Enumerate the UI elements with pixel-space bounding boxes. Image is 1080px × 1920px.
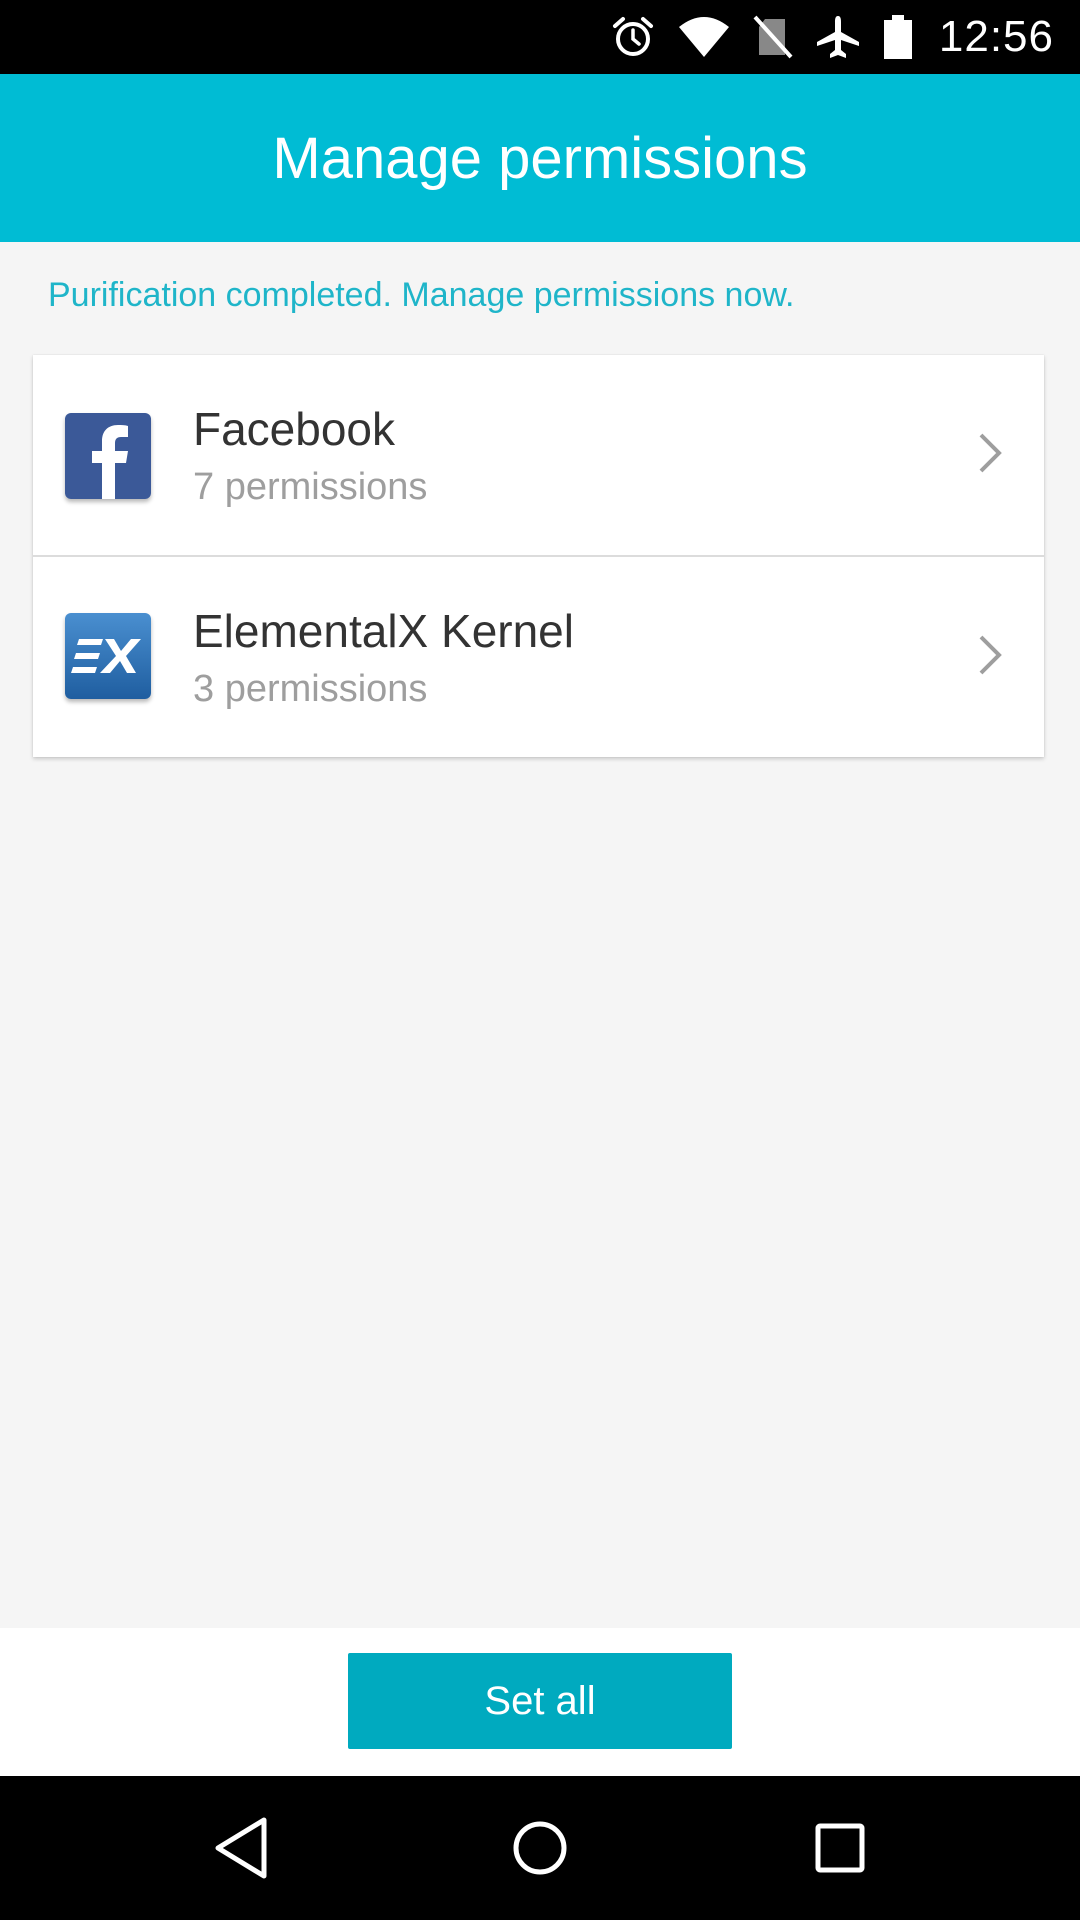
recents-icon[interactable] bbox=[814, 1812, 866, 1889]
facebook-icon bbox=[65, 413, 151, 499]
alarm-icon bbox=[611, 15, 655, 59]
no-sim-icon bbox=[753, 15, 793, 59]
navigation-bar bbox=[0, 1776, 1080, 1920]
chevron-right-icon bbox=[976, 431, 1004, 480]
elementalx-icon bbox=[65, 613, 151, 699]
bottom-action-bar: Set all bbox=[0, 1628, 1080, 1776]
home-icon[interactable] bbox=[510, 1812, 570, 1889]
screen: 12:56 Manage permissions Purification co… bbox=[0, 0, 1080, 1920]
wifi-icon bbox=[677, 15, 731, 59]
app-permissions-list: Facebook 7 permissions ElementalX Kernel… bbox=[33, 355, 1044, 757]
permission-count: 7 permissions bbox=[193, 466, 428, 508]
page-title: Manage permissions bbox=[272, 125, 808, 191]
set-all-button[interactable]: Set all bbox=[348, 1653, 732, 1749]
battery-icon bbox=[883, 14, 913, 60]
app-name: Facebook bbox=[193, 403, 396, 455]
purification-notice: Purification completed. Manage permissio… bbox=[48, 276, 795, 314]
permission-count: 3 permissions bbox=[193, 668, 428, 710]
airplane-mode-icon bbox=[815, 14, 861, 60]
list-item-facebook[interactable]: Facebook 7 permissions bbox=[33, 355, 1044, 555]
status-clock: 12:56 bbox=[938, 12, 1054, 61]
back-icon[interactable] bbox=[212, 1812, 270, 1889]
chevron-right-icon bbox=[976, 633, 1004, 682]
list-item-elementalx-kernel[interactable]: ElementalX Kernel 3 permissions bbox=[33, 555, 1044, 757]
app-name: ElementalX Kernel bbox=[193, 605, 574, 657]
status-bar: 12:56 bbox=[0, 0, 1080, 74]
app-bar: Manage permissions bbox=[0, 74, 1080, 242]
